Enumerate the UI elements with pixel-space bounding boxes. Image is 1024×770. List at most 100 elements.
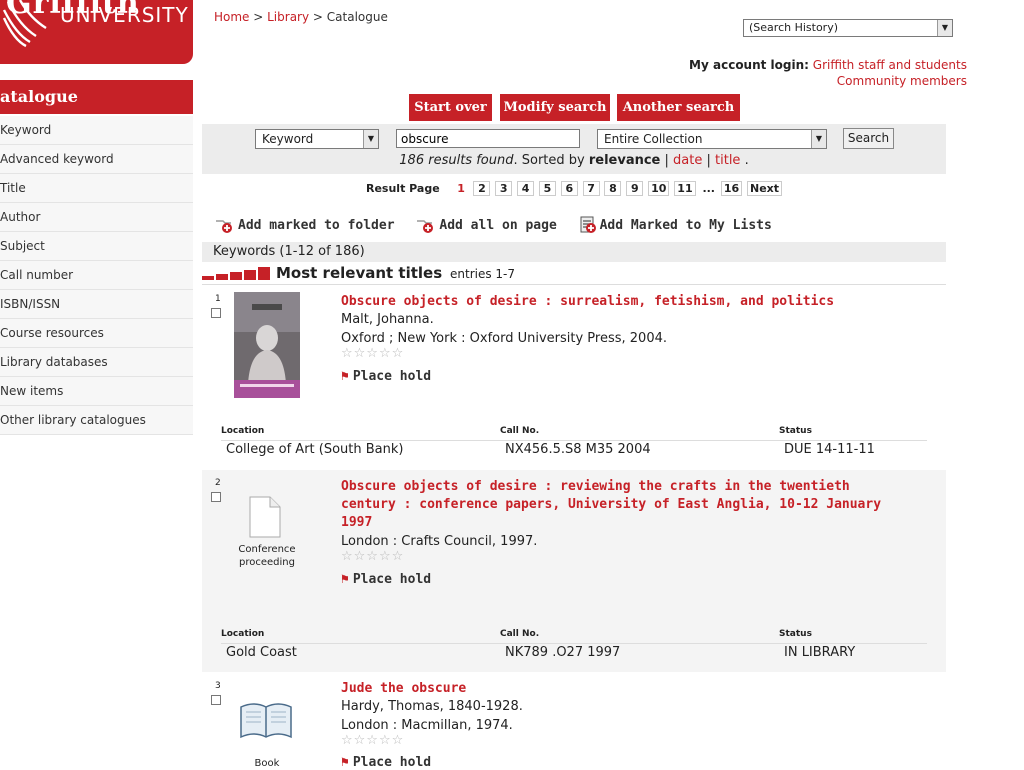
sidebar-item-author[interactable]: Author [0,203,193,232]
flag-icon: ⚑ [341,572,349,587]
chevron-down-icon[interactable]: ▼ [363,130,378,148]
search-scope-value: Entire Collection [604,132,703,146]
result-checkbox[interactable] [211,492,221,502]
rating-stars[interactable]: ☆☆☆☆☆ [341,549,404,564]
sidebar-item-library-databases[interactable]: Library databases [0,348,193,377]
search-scope-select[interactable]: Entire Collection ▼ [597,129,827,149]
holdings-location-header: Location [221,426,265,436]
holdings-row: College of Art (South Bank) NX456.5.S8 M… [221,442,927,460]
holdings-header: Location Call No. Status [221,426,927,441]
breadcrumb-home[interactable]: Home [214,10,249,24]
place-hold-button[interactable]: ⚑ Place hold [341,572,431,587]
page-link[interactable]: 11 [674,181,696,196]
format-label: Conference proceeding [238,544,296,568]
community-login-link[interactable]: Community members [837,74,967,88]
book-cover-image[interactable] [234,292,300,398]
another-search-button[interactable]: Another search [617,94,740,121]
search-history-select[interactable]: (Search History) ▼ [743,19,953,37]
page-link[interactable]: 6 [560,181,578,196]
relevant-entries: entries 1-7 [450,267,516,281]
result-author: Hardy, Thomas, 1840-1928. [341,699,523,714]
holdings-status-header: Status [779,426,812,436]
place-hold-label: Place hold [352,369,432,384]
search-type-value: Keyword [262,132,314,146]
university-logo[interactable]: Griffith UNIVERSITY [0,0,193,64]
breadcrumb: Home > Library > Catalogue [214,10,388,24]
sidebar-item-new-items[interactable]: New items [0,377,193,406]
add-all-on-page-label: Add all on page [439,217,557,233]
search-history-value: (Search History) [749,21,839,34]
sort-end: . [740,153,749,168]
sort-separator: | [660,153,674,168]
result-title-link[interactable]: Obscure objects of desire : surrealism, … [341,293,901,311]
account-login: My account login: Griffith staff and stu… [689,57,967,89]
page-link[interactable]: 9 [626,181,644,196]
breadcrumb-separator: > [309,10,327,24]
relevant-title: Most relevant titles [276,264,443,282]
holdings-callno-header: Call No. [500,426,540,436]
result-checkbox[interactable] [211,308,221,318]
rating-stars[interactable]: ☆☆☆☆☆ [341,733,404,748]
page-next[interactable]: Next [747,181,783,196]
search-button[interactable]: Search [843,128,894,149]
sidebar-item-keyword[interactable]: Keyword [0,116,193,145]
result-pager: Result Page 1 2 3 4 5 6 7 8 9 10 11 ... … [366,181,783,196]
sort-label: . Sorted by [513,153,589,168]
add-all-on-page-button[interactable]: Add all on page [416,218,564,233]
result-item: 2 Conference proceeding Obscure objects … [202,470,946,672]
start-over-button[interactable]: Start over [409,94,492,121]
sidebar-item-course-resources[interactable]: Course resources [0,319,193,348]
add-to-my-lists-label: Add Marked to My Lists [599,217,772,233]
relevance-bars-icon [202,267,270,280]
relevance-header: Most relevant titles entries 1-7 [202,263,946,285]
sidebar-item-call-number[interactable]: Call number [0,261,193,290]
page-link-last[interactable]: 16 [720,181,743,196]
result-title-link[interactable]: Jude the obscure [341,680,901,698]
result-number: 3 [215,681,221,691]
holding-status: DUE 14-11-11 [784,442,875,457]
staff-login-link[interactable]: Griffith staff and students [813,58,967,72]
breadcrumb-separator: > [249,10,268,24]
sidebar-item-title[interactable]: Title [0,174,193,203]
add-list-icon [580,216,596,233]
page-link[interactable]: 5 [538,181,556,196]
result-title-link[interactable]: Obscure objects of desire : reviewing th… [341,478,901,532]
chevron-down-icon[interactable]: ▼ [937,20,952,36]
sidebar-item-other-catalogues[interactable]: Other library catalogues [0,406,193,435]
place-hold-label: Place hold [352,572,432,587]
holdings-row: Gold Coast NK789 .O27 1997 IN LIBRARY [221,645,927,663]
results-toolbar: Add marked to folder Add all on page Add… [215,216,786,234]
sidebar-item-isbn-issn[interactable]: ISBN/ISSN [0,290,193,319]
page-link[interactable]: 4 [517,181,535,196]
modify-search-button[interactable]: Modify search [500,94,610,121]
page-link[interactable]: 10 [648,181,670,196]
page-link[interactable]: 2 [473,181,491,196]
sidebar-title: atalogue [0,80,193,114]
page-link[interactable]: 7 [582,181,600,196]
sort-date-link[interactable]: date [673,153,702,168]
crest-icon [2,0,47,48]
search-input[interactable] [396,129,580,148]
pager-ellipsis: ... [702,182,715,195]
breadcrumb-library[interactable]: Library [267,10,309,24]
result-item: 3 Book Jude the obscure Hardy, Thomas, 1… [202,673,946,770]
add-to-my-lists-button[interactable]: Add Marked to My Lists [579,216,772,233]
sort-separator: | [702,153,716,168]
holdings-header: Location Call No. Status [221,629,927,644]
page-link[interactable]: 3 [495,181,513,196]
sort-relevance: relevance [588,153,661,168]
page-link[interactable]: 8 [604,181,622,196]
logo-university-text: UNIVERSITY [60,3,189,27]
place-hold-button[interactable]: ⚑ Place hold [341,369,431,384]
keywords-count-bar: Keywords (1-12 of 186) [202,242,946,262]
search-type-select[interactable]: Keyword ▼ [255,129,379,149]
chevron-down-icon[interactable]: ▼ [811,130,826,148]
page-current: 1 [457,182,465,195]
sort-title-link[interactable]: title [715,153,740,168]
add-marked-to-folder-button[interactable]: Add marked to folder [215,218,402,233]
sidebar-item-subject[interactable]: Subject [0,232,193,261]
holding-call-number: NK789 .O27 1997 [505,645,621,660]
sidebar-item-advanced-keyword[interactable]: Advanced keyword [0,145,193,174]
result-checkbox[interactable] [211,695,221,705]
rating-stars[interactable]: ☆☆☆☆☆ [341,346,404,361]
